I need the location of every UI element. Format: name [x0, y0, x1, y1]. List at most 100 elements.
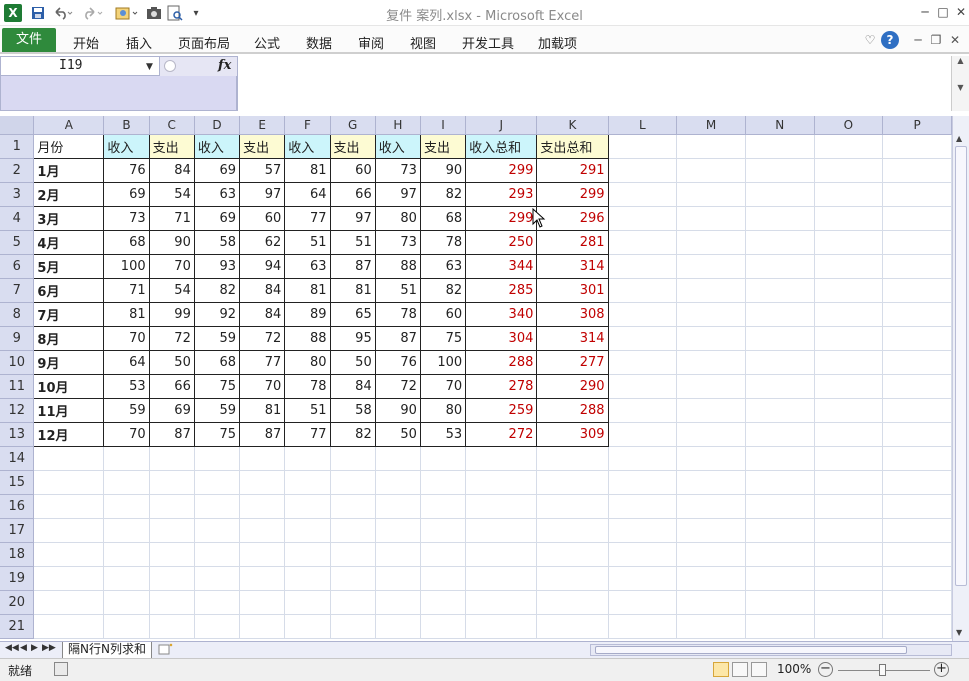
cell[interactable]: [882, 614, 952, 639]
cell[interactable]: 64: [284, 182, 331, 207]
cell[interactable]: 75: [194, 422, 241, 447]
cell[interactable]: 50: [330, 350, 376, 375]
cell[interactable]: [608, 374, 678, 399]
cell[interactable]: [536, 494, 609, 519]
zoom-out-button[interactable]: −: [818, 662, 833, 677]
cell[interactable]: 94: [239, 254, 286, 279]
cell[interactable]: 支出总和: [536, 133, 609, 159]
cell[interactable]: [676, 470, 746, 495]
minimize-ribbon-icon[interactable]: ♡: [861, 31, 879, 49]
tab-developer[interactable]: 开发工具: [462, 33, 514, 52]
cell[interactable]: [536, 470, 609, 495]
horizontal-scroll-thumb[interactable]: [595, 646, 907, 654]
row-header[interactable]: 10: [0, 350, 35, 375]
cell[interactable]: 88: [284, 326, 331, 351]
cell[interactable]: 81: [103, 302, 150, 327]
cell[interactable]: [375, 470, 421, 495]
cell[interactable]: [149, 614, 195, 639]
cell[interactable]: [676, 230, 746, 255]
cell[interactable]: 77: [284, 206, 331, 231]
cell[interactable]: 60: [239, 206, 286, 231]
tab-file[interactable]: 文件: [2, 28, 56, 52]
cell[interactable]: 1月: [33, 158, 105, 183]
cell[interactable]: 51: [284, 398, 331, 423]
row-header[interactable]: 14: [0, 446, 35, 471]
column-header[interactable]: M: [676, 116, 746, 135]
row-header[interactable]: 20: [0, 590, 35, 615]
cell[interactable]: [745, 542, 815, 567]
cell[interactable]: 65: [330, 302, 376, 327]
cell[interactable]: 63: [420, 254, 467, 279]
cell[interactable]: 63: [194, 182, 241, 207]
cell[interactable]: [33, 614, 105, 639]
cell[interactable]: [882, 350, 952, 375]
row-header[interactable]: 19: [0, 566, 35, 591]
cell[interactable]: 68: [103, 230, 150, 255]
cell[interactable]: [676, 278, 746, 303]
cell[interactable]: [745, 470, 815, 495]
cell[interactable]: [465, 518, 538, 543]
cell[interactable]: [676, 326, 746, 351]
cell[interactable]: [239, 470, 286, 495]
cell[interactable]: [676, 302, 746, 327]
cell[interactable]: 250: [465, 230, 538, 255]
cell[interactable]: [745, 206, 815, 231]
cell[interactable]: [536, 542, 609, 567]
cell[interactable]: 77: [284, 422, 331, 447]
cell[interactable]: 63: [284, 254, 331, 279]
cell[interactable]: 收入: [103, 133, 150, 159]
cell[interactable]: [33, 494, 105, 519]
cell[interactable]: 76: [375, 350, 421, 375]
cell[interactable]: [103, 542, 150, 567]
cell[interactable]: [149, 470, 195, 495]
cell[interactable]: 72: [239, 326, 286, 351]
cell[interactable]: 51: [330, 230, 376, 255]
cell[interactable]: [330, 446, 376, 471]
column-header[interactable]: H: [375, 116, 421, 135]
cell[interactable]: 月份: [33, 133, 105, 159]
cell[interactable]: [814, 278, 884, 303]
cell[interactable]: [33, 566, 105, 591]
cell[interactable]: 53: [420, 422, 467, 447]
cell[interactable]: [814, 206, 884, 231]
vertical-scrollbar[interactable]: ▲ ▼: [952, 116, 969, 641]
cell[interactable]: [375, 542, 421, 567]
cell[interactable]: 51: [284, 230, 331, 255]
cell[interactable]: 99: [149, 302, 195, 327]
workbook-minimize-icon[interactable]: ─: [909, 31, 927, 49]
workbook-close-icon[interactable]: ✕: [946, 31, 964, 49]
cell[interactable]: 97: [330, 206, 376, 231]
cell[interactable]: 71: [149, 206, 195, 231]
cell[interactable]: [465, 470, 538, 495]
cell[interactable]: 92: [194, 302, 241, 327]
row-header[interactable]: 12: [0, 398, 35, 423]
cell[interactable]: [149, 566, 195, 591]
cell[interactable]: [676, 158, 746, 183]
cell[interactable]: [149, 590, 195, 615]
cell[interactable]: 64: [103, 350, 150, 375]
cell[interactable]: [814, 422, 884, 447]
cell[interactable]: 收入: [375, 133, 421, 159]
name-box-dropdown-icon[interactable]: ▼: [146, 62, 153, 72]
cell[interactable]: 259: [465, 398, 538, 423]
cell[interactable]: [608, 206, 678, 231]
cell[interactable]: 290: [536, 374, 609, 399]
name-box[interactable]: I19: [0, 56, 160, 76]
cell[interactable]: [745, 254, 815, 279]
cell[interactable]: [375, 614, 421, 639]
cell[interactable]: [676, 254, 746, 279]
column-header[interactable]: G: [330, 116, 376, 135]
minimize-button[interactable]: ─: [916, 4, 934, 20]
cell[interactable]: 82: [330, 422, 376, 447]
cell[interactable]: [882, 470, 952, 495]
cell[interactable]: [330, 518, 376, 543]
cell[interactable]: [608, 254, 678, 279]
cell[interactable]: [676, 494, 746, 519]
cell[interactable]: [536, 446, 609, 471]
cell[interactable]: [814, 134, 884, 159]
cell[interactable]: 69: [149, 398, 195, 423]
cell[interactable]: [676, 350, 746, 375]
cell[interactable]: 309: [536, 422, 609, 447]
cell[interactable]: 支出: [149, 133, 195, 159]
cell[interactable]: 69: [194, 158, 241, 183]
